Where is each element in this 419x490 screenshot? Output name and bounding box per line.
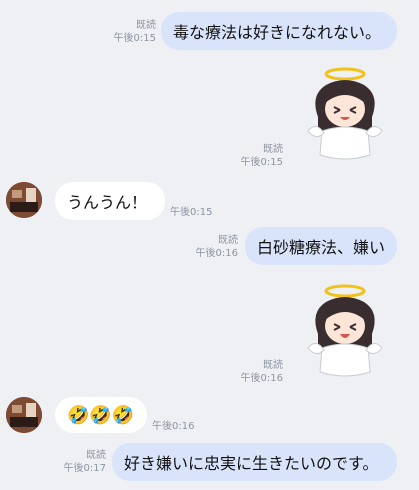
read-status: 既読 [136,20,156,31]
read-status: 既読 [263,144,283,155]
message-time: 午後0:15 [113,33,156,44]
message-text: 好き嫌いに忠実に生きたいのです。 [124,454,379,473]
avatar[interactable] [6,397,42,433]
angel-girl-sticker[interactable] [300,282,390,382]
message-time: 午後0:16 [195,248,238,259]
message-time: 午後0:17 [63,463,106,474]
emoji-text: 🤣🤣🤣 [67,404,135,426]
read-status: 既読 [263,360,283,371]
message-bubble-sent[interactable]: 毒な療法は好きになれない。 [161,12,397,50]
message-time: 午後0:15 [240,157,283,168]
message-bubble-received[interactable]: うんうん！ [55,182,165,220]
avatar[interactable] [6,182,42,218]
message-text: うんうん！ [67,193,148,212]
read-status: 既読 [218,235,238,246]
message-time: 午後0:16 [240,373,283,384]
message-text: 毒な療法は好きになれない。 [173,23,382,42]
message-text: 白砂糖療法、嫌い [257,238,386,257]
message-time: 午後0:16 [152,421,195,432]
message-time: 午後0:15 [170,207,213,218]
message-bubble-sent[interactable]: 白砂糖療法、嫌い [245,227,397,265]
angel-girl-sticker[interactable] [300,65,390,165]
message-bubble-received[interactable]: 🤣🤣🤣 [55,397,147,433]
read-status: 既読 [86,450,106,461]
message-bubble-sent[interactable]: 好き嫌いに忠実に生きたいのです。 [112,443,397,481]
